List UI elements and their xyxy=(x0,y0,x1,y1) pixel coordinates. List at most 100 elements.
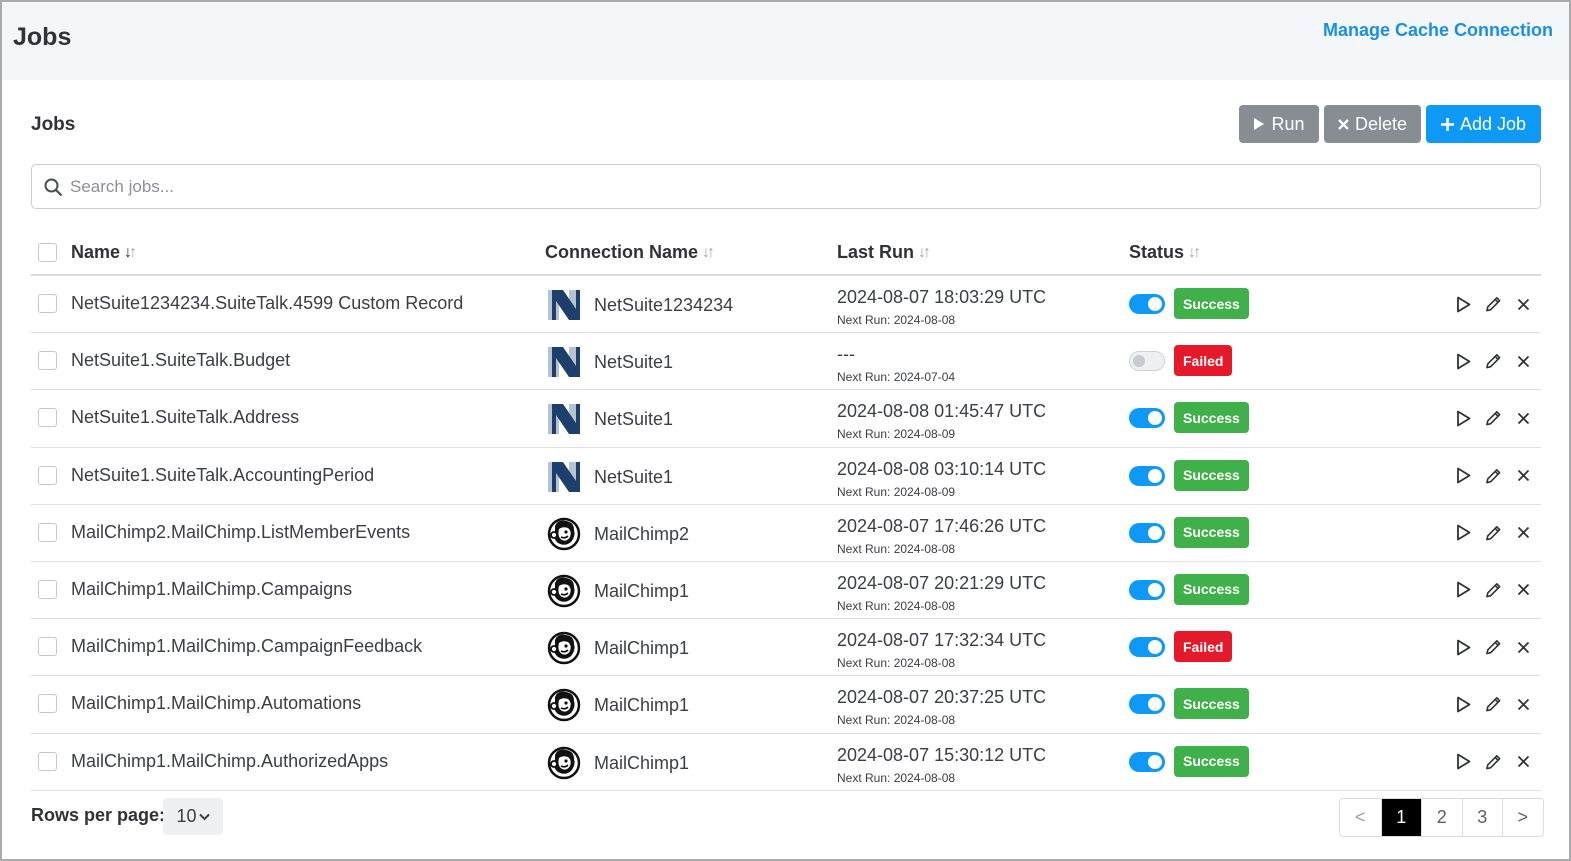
row-checkbox[interactable] xyxy=(38,465,57,485)
delete-job-icon[interactable] xyxy=(1515,694,1532,714)
table-header: Name ↓↑ Connection Name ↓↑ Last Run ↓↑ S… xyxy=(31,230,1541,276)
edit-job-icon[interactable] xyxy=(1485,580,1502,600)
add-job-button[interactable]: Add Job xyxy=(1426,105,1541,143)
row-checkbox[interactable] xyxy=(38,294,57,313)
row-checkbox[interactable] xyxy=(38,751,57,771)
next-run: Next Run: 2024-08-08 xyxy=(837,656,956,671)
edit-job-icon[interactable] xyxy=(1485,694,1502,714)
delete-job-icon[interactable] xyxy=(1515,523,1532,543)
sort-icon: ↓↑ xyxy=(702,243,715,261)
enabled-toggle[interactable] xyxy=(1129,465,1165,486)
run-job-icon[interactable] xyxy=(1455,351,1472,371)
run-job-icon[interactable] xyxy=(1455,694,1472,714)
enabled-toggle[interactable] xyxy=(1129,637,1165,658)
last-run: 2024-08-07 18:03:29 UTC xyxy=(837,287,1047,307)
delete-button[interactable]: Delete xyxy=(1324,105,1421,143)
row-checkbox[interactable] xyxy=(38,579,57,599)
run-job-icon[interactable] xyxy=(1455,294,1472,314)
manage-cache-connection-link[interactable]: Manage Cache Connection xyxy=(1323,20,1553,41)
page-button-2[interactable]: 2 xyxy=(1421,799,1462,836)
run-job-icon[interactable] xyxy=(1455,408,1472,428)
column-header-last-run[interactable]: Last Run ↓↑ xyxy=(837,242,931,263)
rows-per-page-label: Rows per page: xyxy=(31,805,166,825)
sort-icon: ↓↑ xyxy=(124,243,137,261)
run-button[interactable]: Run xyxy=(1239,105,1319,143)
delete-job-icon[interactable] xyxy=(1515,752,1532,772)
edit-job-icon[interactable] xyxy=(1485,523,1502,543)
job-name: NetSuite1.SuiteTalk.AccountingPeriod xyxy=(71,464,375,485)
jobs-table-body: NetSuite1234234.SuiteTalk.4599 Custom Re… xyxy=(31,276,1541,791)
column-header-name[interactable]: Name ↓↑ xyxy=(71,242,137,263)
delete-job-icon[interactable] xyxy=(1515,408,1532,428)
row-actions xyxy=(1455,294,1532,314)
job-name: MailChimp1.MailChimp.CampaignFeedback xyxy=(71,636,423,657)
enabled-toggle[interactable] xyxy=(1129,522,1165,543)
row-actions xyxy=(1455,694,1532,714)
top-bar: Jobs Manage Cache Connection xyxy=(2,2,1569,80)
plus-icon xyxy=(1440,117,1454,131)
app-frame: Jobs Manage Cache Connection Jobs Run De… xyxy=(0,0,1571,861)
status-badge: Failed xyxy=(1174,345,1233,377)
page-button-1[interactable]: 1 xyxy=(1380,799,1421,836)
run-job-icon[interactable] xyxy=(1455,752,1472,772)
edit-job-icon[interactable] xyxy=(1485,752,1502,772)
edit-job-icon[interactable] xyxy=(1485,466,1502,486)
status-badge: Success xyxy=(1174,688,1249,720)
connection-name: NetSuite1 xyxy=(594,409,674,430)
edit-job-icon[interactable] xyxy=(1485,637,1502,657)
table-row: MailChimp1.MailChimp.Campaigns MailChimp1… xyxy=(31,562,1541,620)
row-checkbox[interactable] xyxy=(38,694,57,714)
table-row: MailChimp1.MailChimp.Automations MailChim… xyxy=(31,676,1541,734)
mailchimp-icon xyxy=(546,630,582,666)
run-job-icon[interactable] xyxy=(1455,580,1472,600)
previous-page-button[interactable]: < xyxy=(1340,799,1381,836)
status-badge: Success xyxy=(1174,745,1249,777)
delete-job-icon[interactable] xyxy=(1515,351,1532,371)
row-checkbox[interactable] xyxy=(38,408,57,428)
enabled-toggle[interactable] xyxy=(1129,579,1165,600)
enabled-toggle[interactable] xyxy=(1129,694,1165,715)
job-name: NetSuite1234234.SuiteTalk.4599 Custom Re… xyxy=(71,293,464,313)
rows-per-page-select[interactable]: 10 xyxy=(163,798,223,835)
row-checkbox[interactable] xyxy=(38,637,57,657)
column-header-status[interactable]: Status ↓↑ xyxy=(1129,242,1201,263)
status-badge: Success xyxy=(1174,288,1249,319)
row-checkbox[interactable] xyxy=(38,351,57,371)
next-run: Next Run: 2024-08-08 xyxy=(837,770,956,785)
netsuite-icon xyxy=(546,401,582,438)
mailchimp-icon xyxy=(546,745,582,781)
edit-job-icon[interactable] xyxy=(1485,408,1502,428)
enabled-toggle[interactable] xyxy=(1129,351,1165,372)
delete-job-icon[interactable] xyxy=(1515,294,1532,314)
row-actions xyxy=(1455,351,1532,371)
connection-name: NetSuite1 xyxy=(594,466,674,487)
pagination: <1 2 3 > xyxy=(1339,798,1544,837)
row-checkbox[interactable] xyxy=(38,522,57,542)
next-page-button[interactable]: > xyxy=(1502,799,1543,836)
close-icon xyxy=(1338,118,1349,130)
run-job-icon[interactable] xyxy=(1455,466,1472,486)
select-all-checkbox[interactable] xyxy=(38,243,57,262)
delete-job-icon[interactable] xyxy=(1515,637,1532,657)
next-run: Next Run: 2024-08-08 xyxy=(837,598,956,613)
last-run: 2024-08-08 03:10:14 UTC xyxy=(837,458,1047,479)
enabled-toggle[interactable] xyxy=(1129,408,1165,429)
edit-job-icon[interactable] xyxy=(1485,294,1502,314)
table-row: NetSuite1.SuiteTalk.Budget NetSuite1 --- Ne… xyxy=(31,333,1541,391)
search-input[interactable] xyxy=(70,171,1520,203)
delete-job-icon[interactable] xyxy=(1515,580,1532,600)
section-title: Jobs xyxy=(31,114,76,135)
delete-job-icon[interactable] xyxy=(1515,466,1532,486)
table-row: MailChimp2.MailChimp.ListMemberEvents Mai… xyxy=(31,505,1541,562)
column-header-connection[interactable]: Connection Name ↓↑ xyxy=(545,242,715,263)
run-job-icon[interactable] xyxy=(1455,637,1472,657)
page-button-3[interactable]: 3 xyxy=(1461,799,1503,836)
edit-job-icon[interactable] xyxy=(1485,351,1502,371)
run-job-icon[interactable] xyxy=(1455,523,1472,543)
connection-name: MailChimp2 xyxy=(594,523,690,544)
last-run: 2024-08-07 15:30:12 UTC xyxy=(837,744,1047,765)
status-badge: Success xyxy=(1174,573,1249,605)
enabled-toggle[interactable] xyxy=(1129,294,1165,314)
last-run: 2024-08-07 17:32:34 UTC xyxy=(837,630,1047,651)
enabled-toggle[interactable] xyxy=(1129,751,1165,772)
